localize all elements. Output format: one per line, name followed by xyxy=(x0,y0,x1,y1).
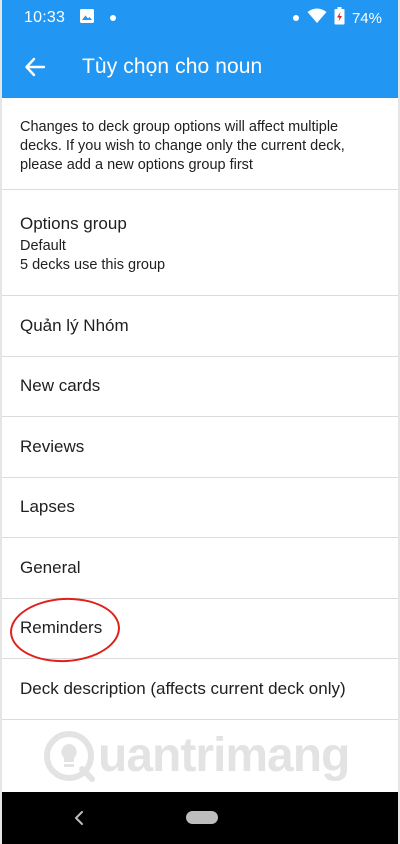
list-item-label: Lapses xyxy=(20,497,75,517)
nav-back-button[interactable] xyxy=(70,807,88,829)
options-group-item[interactable]: Options group Default 5 decks use this g… xyxy=(2,190,398,296)
dot-icon xyxy=(292,9,300,27)
battery-percent: 74% xyxy=(351,9,382,27)
new-cards-item[interactable]: New cards xyxy=(2,357,398,417)
status-right: 74% xyxy=(292,6,382,30)
info-text: Changes to deck group options will affec… xyxy=(2,98,398,190)
watermark-logo-icon xyxy=(44,730,95,782)
settings-list: Changes to deck group options will affec… xyxy=(2,98,398,720)
battery-icon xyxy=(334,6,345,30)
list-item-label: Reminders xyxy=(20,618,103,638)
options-group-usage: 5 decks use this group xyxy=(20,256,166,273)
dot-icon xyxy=(109,9,117,27)
watermark: uantrimang xyxy=(42,728,350,783)
chevron-left-icon xyxy=(75,811,83,825)
options-group-title: Options group xyxy=(20,213,127,233)
list-item-label: New cards xyxy=(20,376,101,396)
list-item-label: Reviews xyxy=(20,436,85,456)
reminders-item[interactable]: Reminders xyxy=(2,599,398,659)
arrow-left-icon xyxy=(25,57,46,77)
nav-home-pill[interactable] xyxy=(186,811,218,824)
list-item-label: General xyxy=(20,557,81,577)
page-title: Tùy chọn cho noun xyxy=(82,55,263,78)
list-item-label: Quản lý Nhóm xyxy=(20,315,129,335)
manage-groups-item[interactable]: Quản lý Nhóm xyxy=(2,296,398,357)
status-left: 10:33 xyxy=(24,8,117,29)
image-icon xyxy=(79,8,95,29)
screen: 10:33 74% Tùy chọn cho noun Changes to d… xyxy=(0,0,400,844)
navigation-bar xyxy=(2,792,398,844)
general-item[interactable]: General xyxy=(2,538,398,599)
list-item-label: Deck description (affects current deck o… xyxy=(20,678,346,698)
lapses-item[interactable]: Lapses xyxy=(2,478,398,538)
wifi-icon xyxy=(307,8,327,29)
back-button[interactable] xyxy=(22,54,48,80)
reviews-item[interactable]: Reviews xyxy=(2,417,398,478)
status-time: 10:33 xyxy=(24,9,66,26)
options-group-value: Default xyxy=(20,237,66,254)
deck-description-item[interactable]: Deck description (affects current deck o… xyxy=(2,659,398,720)
watermark-text: uantrimang xyxy=(98,729,350,782)
toolbar: Tùy chọn cho noun xyxy=(2,36,398,98)
status-bar: 10:33 74% xyxy=(2,0,398,36)
